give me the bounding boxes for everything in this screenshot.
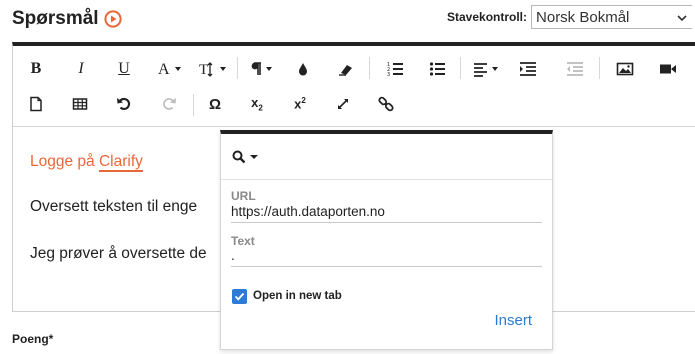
chevron-down-icon xyxy=(676,11,688,23)
italic-button[interactable]: I xyxy=(68,56,94,82)
insert-button[interactable]: Insert xyxy=(494,312,532,329)
content-line-1[interactable]: Logge på Clarify xyxy=(30,153,143,172)
bold-label: B xyxy=(30,60,42,77)
ordered-list-button[interactable]: 123 xyxy=(385,56,407,82)
indent-button[interactable] xyxy=(517,56,539,82)
insert-video-button[interactable] xyxy=(657,56,679,82)
redo-button[interactable] xyxy=(158,91,180,117)
page-title: Spørsmål xyxy=(12,8,122,30)
new-document-button[interactable] xyxy=(25,91,47,117)
undo-button[interactable] xyxy=(113,91,135,117)
poeng-label: Poeng* xyxy=(12,332,54,346)
content-line-2[interactable]: Oversett teksten til enge xyxy=(30,198,197,216)
url-input-underline xyxy=(231,222,542,223)
toolbar-divider xyxy=(193,94,194,116)
play-icon[interactable] xyxy=(103,10,122,28)
insert-image-button[interactable] xyxy=(614,56,636,82)
clear-format-button[interactable] xyxy=(335,56,357,82)
superscript-mark: 2 xyxy=(301,96,306,106)
align-left-icon xyxy=(474,63,498,77)
text-size-icon: T xyxy=(199,62,226,77)
svg-text:T: T xyxy=(199,62,208,77)
redo-icon xyxy=(163,98,176,110)
italic-label: I xyxy=(78,60,84,77)
url-input[interactable]: https://auth.dataporten.no xyxy=(231,204,385,219)
url-label: URL xyxy=(231,189,256,203)
undo-icon xyxy=(117,97,131,111)
eraser-icon xyxy=(339,65,352,76)
search-icon xyxy=(232,150,246,163)
special-character-button[interactable]: Ω xyxy=(204,91,226,117)
expand-icon xyxy=(338,99,348,109)
outdent-button[interactable] xyxy=(564,56,586,82)
paragraph-format-button[interactable] xyxy=(247,56,279,82)
font-color-button[interactable]: A xyxy=(153,56,187,82)
open-new-tab-checkbox[interactable] xyxy=(232,289,247,304)
link-icon xyxy=(378,96,394,112)
ordered-list-icon: 123 xyxy=(387,62,403,77)
subscript-button[interactable]: x2 xyxy=(246,91,268,117)
link-search-toggle[interactable] xyxy=(221,134,552,180)
image-icon xyxy=(616,62,634,76)
spellcheck-select[interactable]: Norsk Bokmål xyxy=(531,5,693,29)
toolbar-divider xyxy=(369,57,370,79)
spellcheck-selected-value: Norsk Bokmål xyxy=(536,8,630,26)
table-icon xyxy=(72,98,88,110)
link-dialog: URL https://auth.dataporten.no Text . Op… xyxy=(220,130,553,350)
omega-icon: Ω xyxy=(208,95,222,113)
bold-button[interactable]: B xyxy=(23,56,49,82)
toolbar-divider xyxy=(599,57,600,79)
page-title-text: Spørsmål xyxy=(12,8,99,29)
insert-table-button[interactable] xyxy=(69,91,91,117)
open-new-tab-label: Open in new tab xyxy=(253,290,342,302)
text-label: Text xyxy=(231,234,255,248)
text-size-button[interactable]: T xyxy=(196,56,232,82)
underline-button[interactable]: U xyxy=(111,56,137,82)
unordered-list-icon xyxy=(429,62,445,76)
toolbar-divider xyxy=(460,57,461,79)
chevron-down-icon xyxy=(250,154,258,159)
superscript-icon: x2 xyxy=(294,96,306,111)
unordered-list-button[interactable] xyxy=(427,56,449,82)
insert-link-button[interactable] xyxy=(375,91,397,117)
paragraph-icon xyxy=(251,62,272,75)
indent-icon xyxy=(520,62,536,76)
font-color-icon: A xyxy=(158,61,181,77)
drop-icon xyxy=(299,63,307,76)
outdent-icon xyxy=(567,62,583,76)
fullscreen-button[interactable] xyxy=(332,91,354,117)
text-input[interactable]: . xyxy=(231,248,235,263)
clarify-link[interactable]: Clarify xyxy=(98,153,143,172)
editor-toolbar: B I U A T 123 Ω x2 x2 xyxy=(13,46,695,127)
svg-text:A: A xyxy=(158,61,170,77)
color-fill-button[interactable] xyxy=(293,56,313,82)
spellcheck-group: Stavekontroll: Norsk Bokmål xyxy=(447,5,693,29)
content-line-3[interactable]: Jeg prøver å oversette de xyxy=(30,245,207,263)
spellcheck-label: Stavekontroll: xyxy=(447,10,528,24)
svg-text:3: 3 xyxy=(387,72,390,77)
toolbar-divider xyxy=(237,57,238,79)
document-icon xyxy=(30,96,42,112)
superscript-button[interactable]: x2 xyxy=(289,91,311,117)
underline-label: U xyxy=(118,60,130,77)
subscript-mark: 2 xyxy=(258,103,263,113)
video-icon xyxy=(660,64,676,74)
checkmark-icon xyxy=(234,292,245,301)
subscript-icon: x2 xyxy=(251,95,263,113)
text-input-underline xyxy=(231,266,542,267)
content-line-1-prefix: Logge på xyxy=(30,153,99,170)
align-button[interactable] xyxy=(471,56,503,82)
